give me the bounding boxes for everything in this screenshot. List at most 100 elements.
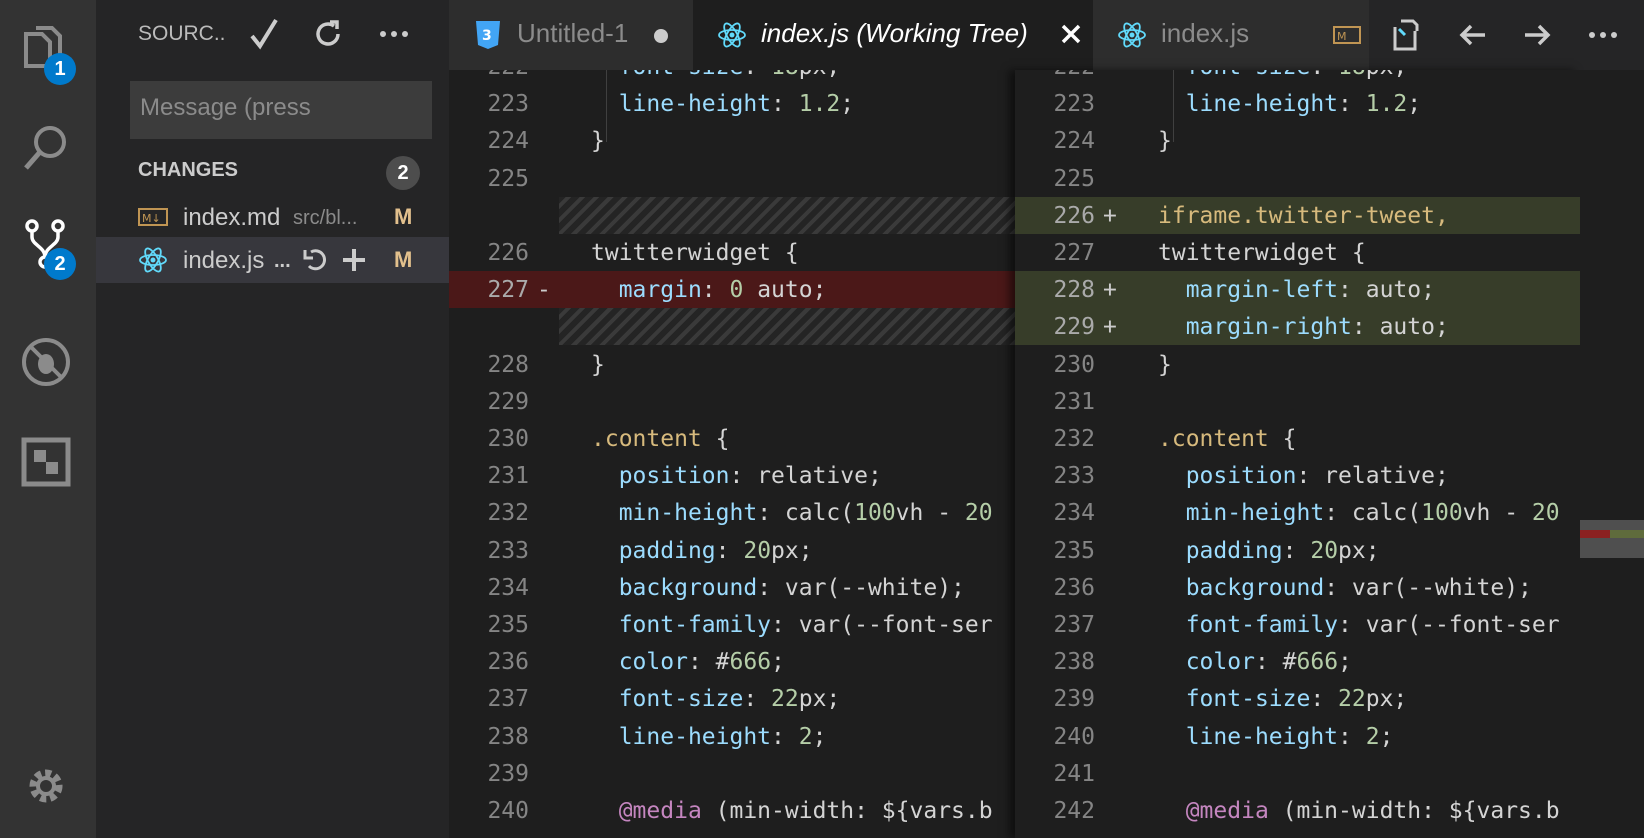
code-text: line-height: 2; <box>618 723 827 750</box>
debug-icon[interactable] <box>20 336 72 388</box>
code-text: background: var(--white); <box>1185 574 1532 601</box>
code-line[interactable]: 235 padding: 20px; <box>1015 532 1580 569</box>
code-line[interactable]: 238 line-height: 2; <box>449 718 1015 755</box>
css-file-icon: 3 <box>476 21 500 49</box>
settings-gear-icon[interactable] <box>24 764 68 808</box>
code-line[interactable]: 239 font-size: 22px; <box>1015 680 1580 717</box>
more-actions-icon[interactable] <box>376 16 412 52</box>
code-line[interactable]: 230 .content { <box>449 420 1015 457</box>
unsaved-dot-icon[interactable] <box>654 29 668 43</box>
code-line[interactable]: 227 twitterwidget { <box>1015 234 1580 271</box>
code-line[interactable]: 233 padding: 20px; <box>449 532 1015 569</box>
code-line[interactable]: 226 twitterwidget { <box>449 234 1015 271</box>
code-line[interactable]: 228} <box>449 346 1015 383</box>
open-file-icon[interactable] <box>1387 17 1423 53</box>
refresh-icon[interactable] <box>310 16 346 52</box>
extensions-icon[interactable] <box>20 436 72 488</box>
line-number: 223 <box>487 91 529 118</box>
code-line[interactable]: 224} <box>1015 122 1580 159</box>
code-text: } <box>1158 351 1172 378</box>
code-line[interactable]: 236 background: var(--white); <box>1015 569 1580 606</box>
added-code-line[interactable]: 226 + iframe.twitter-tweet, <box>1015 196 1580 234</box>
indent-guide <box>1173 70 1174 142</box>
code-text: margin: 0 auto; <box>618 277 827 304</box>
tab-index-js-working-tree[interactable]: index.js (Working Tree) <box>693 0 1093 70</box>
search-icon[interactable] <box>20 122 72 174</box>
changed-file-index-js[interactable]: index.js ... M <box>96 237 449 283</box>
tab-overflow-markdown[interactable]: M <box>1309 0 1369 70</box>
source-control-sidebar: SOURC.. Message (press CHANGES 2 M↓ inde… <box>96 0 449 838</box>
diff-filler <box>559 196 1015 234</box>
changes-header[interactable]: CHANGES <box>138 159 238 182</box>
more-actions-icon[interactable] <box>1585 17 1621 53</box>
overview-viewport-slider[interactable] <box>1580 520 1644 558</box>
changed-file-index-md[interactable]: M↓ index.md src/bl... M <box>96 194 449 240</box>
diff-added-marker: + <box>1103 202 1117 229</box>
commit-message-input[interactable]: Message (press <box>130 81 432 139</box>
line-number: 233 <box>1053 463 1095 490</box>
commit-message-placeholder: Message (press <box>140 94 311 121</box>
code-line[interactable]: 223 line-height: 1.2; <box>449 85 1015 122</box>
code-line[interactable]: 232 min-height: calc(100vh - 20 <box>449 494 1015 531</box>
overview-ruler[interactable] <box>1580 70 1644 838</box>
commit-check-icon[interactable] <box>246 16 282 52</box>
code-line[interactable]: 232 .content { <box>1015 420 1580 457</box>
line-number: 227 <box>1053 240 1095 266</box>
diff-removed-marker: - <box>537 277 551 304</box>
markdown-file-icon: M <box>1333 26 1361 44</box>
line-number: 230 <box>1053 351 1095 378</box>
code-line[interactable]: 237 font-family: var(--font-ser <box>1015 606 1580 643</box>
stage-changes-icon[interactable] <box>340 246 368 274</box>
code-line[interactable]: 231 <box>1015 383 1580 420</box>
line-number: 234 <box>487 574 529 601</box>
code-line[interactable]: 225 <box>449 160 1015 197</box>
code-text: font-size: 22px; <box>1185 686 1408 713</box>
code-text: min-height: calc(100vh - 20 <box>618 500 993 527</box>
code-text: font-family: var(--font-ser <box>618 612 993 638</box>
code-line[interactable]: 241 <box>1015 755 1580 792</box>
code-line[interactable]: 239 <box>449 755 1015 792</box>
code-text: padding: 20px; <box>1185 537 1380 564</box>
code-line[interactable]: 233 position: relative; <box>1015 457 1580 494</box>
code-line[interactable]: 224} <box>449 122 1015 159</box>
close-tab-icon[interactable] <box>1057 20 1085 48</box>
code-line[interactable]: 240 @media (min-width: ${vars.b <box>449 792 1015 829</box>
removed-code-line[interactable]: 227- margin: 0 auto; <box>449 271 1015 309</box>
tab-label: Untitled-1 <box>517 18 629 48</box>
code-line[interactable]: 235 font-family: var(--font-ser <box>449 606 1015 643</box>
discard-changes-icon[interactable] <box>301 246 329 274</box>
code-line[interactable]: 231 position: relative; <box>449 457 1015 494</box>
code-line[interactable]: 230} <box>1015 346 1580 383</box>
tab-index-js[interactable]: index.js <box>1093 0 1309 70</box>
code-line[interactable]: 234 background: var(--white); <box>449 569 1015 606</box>
code-line[interactable]: 234 min-height: calc(100vh - 20 <box>1015 494 1580 531</box>
code-line[interactable]: 242 @media (min-width: ${vars.b <box>1015 792 1580 829</box>
activity-bar: 1 2 <box>0 0 96 838</box>
code-text: margin-right: auto; <box>1185 314 1449 341</box>
code-line[interactable]: 238 color: #666; <box>1015 643 1580 680</box>
previous-change-icon[interactable] <box>1455 17 1491 53</box>
code-line[interactable]: 240 line-height: 2; <box>1015 718 1580 755</box>
code-line[interactable]: 225 <box>1015 160 1580 197</box>
code-line[interactable]: 222 font-size: 18px; <box>1015 70 1580 85</box>
code-line[interactable]: 222 font-size: 18px; <box>449 70 1015 85</box>
svg-text:M: M <box>1337 30 1347 43</box>
line-number: 240 <box>1053 723 1095 750</box>
overview-added-marker <box>1610 530 1644 538</box>
tab-untitled-1[interactable]: 3 Untitled-1 <box>449 0 693 70</box>
svg-text:M↓: M↓ <box>142 212 161 225</box>
added-code-line[interactable]: 229 + margin-right: auto; <box>1015 308 1580 346</box>
next-change-icon[interactable] <box>1519 17 1555 53</box>
added-code-line[interactable]: 228 + margin-left: auto; <box>1015 271 1580 309</box>
line-number: 227 <box>487 277 529 304</box>
diff-original-pane[interactable]: 222 font-size: 18px;223 line-height: 1.2… <box>449 70 1015 838</box>
code-text: color: #666; <box>1185 649 1352 676</box>
code-line[interactable]: 236 color: #666; <box>449 643 1015 680</box>
line-number: 224 <box>487 128 529 155</box>
code-line[interactable]: 223 line-height: 1.2; <box>1015 85 1580 122</box>
code-text: background: var(--white); <box>618 574 965 601</box>
diff-modified-pane[interactable]: 222 font-size: 18px;223 line-height: 1.2… <box>1015 70 1580 838</box>
diff-added-marker: + <box>1103 277 1117 304</box>
code-line[interactable]: 237 font-size: 22px; <box>449 680 1015 717</box>
code-line[interactable]: 229 <box>449 383 1015 420</box>
